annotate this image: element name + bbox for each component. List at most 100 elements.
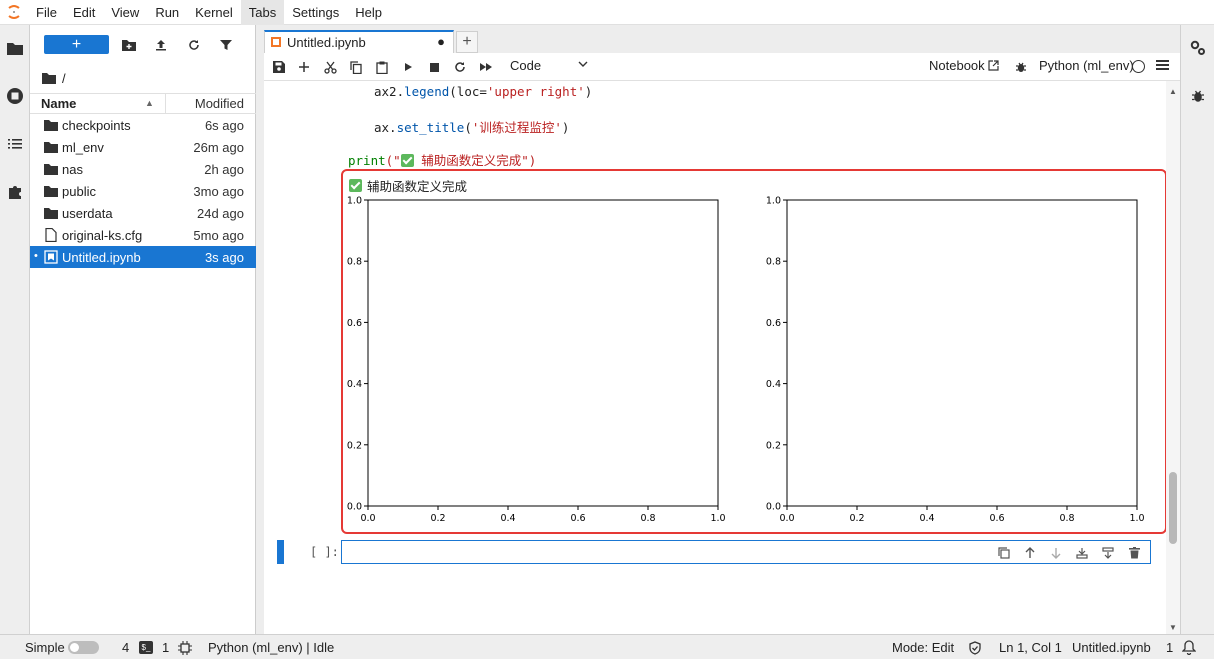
sort-ascending-icon[interactable]: ▲ [145,98,154,108]
folder-icon[interactable] [0,33,30,63]
new-launcher-button[interactable]: + [44,35,109,54]
file-name: Untitled.ipynb [62,250,141,265]
y-tick-label: 0.4 [766,379,781,390]
file-list-item[interactable]: original-ks.cfg 5mo ago [30,224,256,246]
file-name: public [62,184,96,199]
menu-view[interactable]: View [103,0,147,25]
x-tick-label: 0.4 [919,513,934,524]
copy-icon[interactable] [347,58,365,76]
file-list-item[interactable]: public 3mo ago [30,180,256,202]
x-tick-label: 0.6 [570,513,585,524]
scroll-up-arrow-icon[interactable]: ▲ [1169,87,1177,96]
x-tick-label: 1.0 [1129,513,1144,524]
refresh-icon[interactable] [185,36,203,54]
filter-icon[interactable] [217,36,235,54]
cursor-position[interactable]: Ln 1, Col 1 [999,640,1062,655]
restart-icon[interactable] [451,58,469,76]
scroll-down-arrow-icon[interactable]: ▼ [1169,623,1177,632]
simple-mode-toggle[interactable] [68,641,99,654]
property-inspector-gears-icon[interactable] [1189,39,1207,57]
checkmark-icon [400,154,414,167]
new-folder-icon[interactable] [120,36,138,54]
code-input-cell[interactable] [341,540,1151,564]
y-tick-label: 0.8 [766,257,781,268]
insert-cell-icon[interactable] [295,58,313,76]
file-name: original-ks.cfg [62,228,143,243]
x-tick-label: 1.0 [710,513,725,524]
menu-help[interactable]: Help [347,0,390,25]
menu-icon[interactable] [1156,59,1169,71]
upload-icon[interactable] [152,36,170,54]
simple-mode-label: Simple [25,640,65,655]
code-line[interactable]: ax2.legend(loc='upper right') [374,84,592,99]
menu-kernel[interactable]: Kernel [187,0,241,25]
edit-mode-label: Mode: Edit [892,640,955,655]
save-icon[interactable] [270,58,288,76]
running-sessions-icon[interactable] [0,81,30,111]
file-modified: 2h ago [204,162,244,177]
delete-cell-trash-icon[interactable] [1126,545,1142,561]
menu-settings[interactable]: Settings [284,0,347,25]
code-token: (" [385,153,401,168]
jupyter-logo-icon [0,0,28,25]
kernel-count[interactable]: 1 [162,640,169,655]
file-list: checkpoints 6s ago ml_env 26m ago nas 2h ago p… [30,114,256,268]
code-token: set_title [396,120,465,135]
file-list-header: Name ▲ Modified [30,93,256,114]
file-list-item[interactable]: userdata 24d ago [30,202,256,224]
menu-file[interactable]: File [28,0,65,25]
folder-icon [44,186,58,197]
insert-above-icon[interactable] [1074,545,1090,561]
column-name-header[interactable]: Name [41,96,76,111]
notebook-content: ax2.legend(loc='upper right') ax.set_tit… [264,81,1180,634]
trusted-shield-icon[interactable] [968,641,982,655]
extension-puzzle-icon[interactable] [0,177,30,207]
column-modified-header[interactable]: Modified [195,96,244,111]
kernel-selector[interactable]: Python (ml_env) [1039,58,1134,73]
code-token: ax2. [374,84,405,99]
code-line[interactable]: ax.set_title('训练过程监控') [374,117,569,136]
folder-icon[interactable] [42,72,56,84]
kernel-chip-icon[interactable] [178,641,192,655]
move-down-arrow-icon[interactable] [1048,545,1064,561]
file-name: checkpoints [62,118,131,133]
terminal-icon[interactable]: $_ [139,641,153,654]
chevron-down-icon[interactable] [578,59,588,69]
debugger-bug-icon[interactable] [1012,58,1030,76]
y-tick-label: 0.8 [347,257,362,268]
breadcrumb-root[interactable]: / [62,71,66,86]
file-list-item[interactable]: • Untitled.ipynb 3s ago [30,246,256,268]
fast-forward-icon[interactable] [477,58,495,76]
debugger-bug-icon[interactable] [1189,87,1207,105]
file-name: ml_env [62,140,104,155]
file-list-item[interactable]: nas 2h ago [30,158,256,180]
kernel-status-text[interactable]: Python (ml_env) | Idle [208,640,334,655]
insert-below-icon[interactable] [1100,545,1116,561]
file-browser-toolbar: + [30,35,256,57]
file-list-item[interactable]: ml_env 26m ago [30,136,256,158]
unsaved-indicator-icon[interactable]: ● [437,34,445,49]
menu-tabs[interactable]: Tabs [240,0,285,25]
add-tab-button[interactable]: + [456,31,478,53]
tab-untitled-notebook[interactable]: Untitled.ipynb ● [264,30,454,53]
terminal-count[interactable]: 4 [122,640,129,655]
code-line[interactable]: print(" 辅助函数定义完成") [348,150,536,169]
file-list-item[interactable]: checkpoints 6s ago [30,114,256,136]
vertical-scrollbar[interactable]: ▲ ▼ [1166,81,1180,634]
notification-count[interactable]: 1 [1166,640,1173,655]
menu-edit[interactable]: Edit [65,0,103,25]
menu-run[interactable]: Run [147,0,187,25]
scrollbar-thumb[interactable] [1169,472,1177,544]
cut-icon[interactable] [321,58,339,76]
duplicate-cell-icon[interactable] [996,545,1012,561]
notification-bell-icon[interactable] [1182,640,1196,655]
code-token: legend [404,84,450,99]
paste-icon[interactable] [373,58,391,76]
stop-icon[interactable] [425,58,443,76]
column-divider[interactable] [165,94,166,113]
open-in-notebook-button[interactable]: Notebook [929,58,999,73]
table-of-contents-icon[interactable] [0,129,30,159]
cell-type-select[interactable]: Code [510,58,541,73]
move-up-arrow-icon[interactable] [1022,545,1038,561]
run-icon[interactable] [399,58,417,76]
